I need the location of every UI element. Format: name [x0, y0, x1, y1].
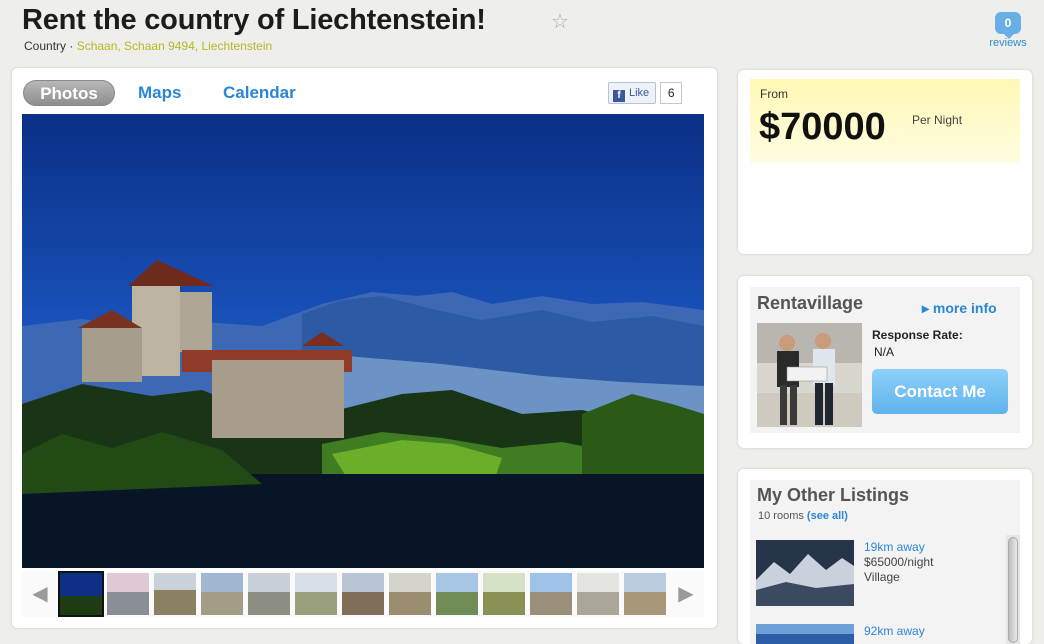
gallery-thumbnail[interactable]: [389, 573, 431, 615]
page-title: Rent the country of Liechtenstein!: [22, 4, 486, 36]
gallery-thumbnail[interactable]: [248, 573, 290, 615]
contact-me-button[interactable]: Contact Me: [872, 369, 1008, 414]
owner-name: Rentavillage: [757, 293, 864, 313]
price-card: From $70000 Per Night: [738, 70, 1032, 254]
media-panel: Photos Maps Calendar f Like 6 ◀ ▶: [12, 68, 717, 628]
facebook-like-button[interactable]: f Like: [608, 82, 657, 104]
thumbnail-strip: ◀ ▶: [22, 571, 704, 617]
breadcrumb: Country · Schaan, Schaan 9494, Liechtens…: [24, 39, 272, 53]
response-rate-label: Response Rate:: [872, 328, 963, 342]
more-info-link[interactable]: ▸ more info: [922, 300, 997, 317]
gallery-thumbnail[interactable]: [107, 573, 149, 615]
price-box: From $70000 Per Night: [750, 79, 1020, 163]
owner-box: Rentavillage ▸ more info Response Rate: …: [750, 287, 1020, 433]
gallery-thumbnail[interactable]: [154, 573, 196, 615]
gallery-thumbnail[interactable]: [436, 573, 478, 615]
listing-item[interactable]: 92km away: [756, 624, 1002, 644]
favorite-star-icon[interactable]: ☆: [551, 9, 569, 34]
gallery-thumbnail[interactable]: [342, 573, 384, 615]
reviews-link[interactable]: 0 reviews: [985, 12, 1031, 49]
gallery-prev-arrow-icon[interactable]: ◀: [26, 580, 54, 608]
facebook-like-count: 6: [660, 82, 683, 104]
facebook-like-widget: f Like 6: [608, 82, 683, 104]
main-photo[interactable]: [22, 114, 704, 568]
listing-item[interactable]: 19km away $65000/night Village: [756, 540, 1002, 606]
rooms-count: 10 rooms: [758, 510, 807, 522]
gallery-thumbnail[interactable]: [58, 571, 104, 617]
listing-price: $65000/night: [864, 555, 934, 569]
breadcrumb-category: Country ·: [24, 39, 77, 53]
gallery-thumbnail[interactable]: [530, 573, 572, 615]
other-listings-title: My Other Listings: [757, 485, 910, 505]
response-rate-value: N/A: [874, 345, 895, 359]
other-listings-box: My Other Listings 10 rooms (see all) 19k…: [750, 480, 1020, 644]
castle-mountains-photo: [22, 114, 704, 568]
owner-avatar: [757, 323, 862, 427]
price-unit: Per Night: [912, 113, 963, 127]
owner-photo: [757, 323, 862, 427]
see-all-link[interactable]: (see all): [807, 510, 848, 522]
tab-photos[interactable]: Photos: [23, 80, 115, 106]
tab-calendar[interactable]: Calendar: [223, 80, 296, 106]
gallery-next-arrow-icon[interactable]: ▶: [672, 580, 700, 608]
gallery-thumbnail[interactable]: [624, 573, 666, 615]
scrollbar-thumb[interactable]: [1008, 537, 1018, 643]
owner-card: Rentavillage ▸ more info Response Rate: …: [738, 276, 1032, 448]
gallery-thumbnail[interactable]: [483, 573, 525, 615]
listings-scrollbar[interactable]: [1006, 535, 1020, 644]
breadcrumb-location[interactable]: Schaan, Schaan 9494, Liechtenstein: [77, 39, 272, 53]
tab-maps[interactable]: Maps: [138, 80, 181, 106]
listing-distance[interactable]: 19km away: [864, 540, 925, 554]
gallery-thumbnail[interactable]: [577, 573, 619, 615]
other-listings-count: 10 rooms (see all): [758, 510, 848, 522]
facebook-icon: f: [613, 90, 625, 102]
listing-thumbnail: [756, 540, 854, 606]
price-from-label: From: [760, 87, 788, 101]
gallery-thumbnail[interactable]: [201, 573, 243, 615]
price-amount: $70000: [759, 106, 886, 148]
other-listings-card: My Other Listings 10 rooms (see all) 19k…: [738, 469, 1032, 644]
gallery-thumbnail[interactable]: [295, 573, 337, 615]
reviews-count-badge: 0: [995, 12, 1021, 39]
listing-type: Village: [864, 570, 900, 584]
listing-distance[interactable]: 92km away: [864, 624, 925, 638]
facebook-like-label: Like: [629, 87, 650, 99]
listing-thumbnail: [756, 624, 854, 644]
